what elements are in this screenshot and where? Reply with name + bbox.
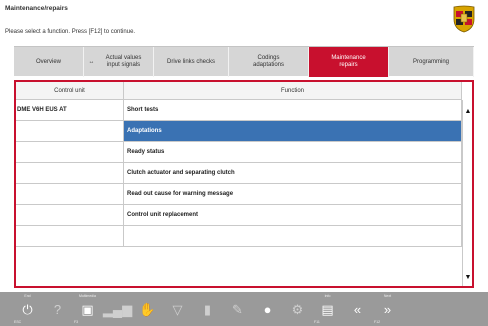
table-row[interactable]: Control unit replacement — [16, 205, 462, 226]
hand-icon: ✋ — [139, 301, 156, 317]
tab-actual-values[interactable]: ↔ Actual values input signals — [84, 47, 154, 77]
table-row[interactable] — [16, 226, 462, 247]
function-cell: Ready status — [124, 142, 462, 162]
help-button[interactable]: ? — [44, 294, 71, 324]
tab-bar: Overview ↔ Actual values input signals Dr… — [14, 46, 474, 77]
double-chevron-right-icon: » — [383, 301, 392, 317]
tab-drive-links[interactable]: Drive links checks — [154, 47, 229, 77]
double-chevron-left-icon: « — [353, 301, 362, 317]
back-button[interactable]: « — [344, 294, 371, 324]
measure-button[interactable]: ▂▄▆ — [102, 294, 133, 324]
control-unit-cell — [16, 205, 124, 225]
hand-button[interactable]: ✋ — [134, 294, 161, 324]
question-icon: ? — [53, 301, 62, 317]
filter-button[interactable]: ▽ — [164, 294, 191, 324]
scroll-down-arrow-icon[interactable]: ▼ — [463, 270, 473, 284]
control-unit-cell: DME V6H EUS AT — [16, 100, 124, 120]
control-unit-cell — [16, 163, 124, 183]
function-cell: Control unit replacement — [124, 205, 462, 225]
esc-button[interactable]: End ⏻ ESC — [14, 294, 41, 324]
instruction-text: Please select a function. Press [F12] to… — [5, 29, 136, 35]
document-icon: ▤ — [321, 301, 334, 317]
tab-overview[interactable]: Overview — [14, 47, 84, 77]
function-cell: Clutch actuator and separating clutch — [124, 163, 462, 183]
function-cell: Read out cause for warning message — [124, 184, 462, 204]
porsche-crest-icon — [453, 5, 475, 33]
double-arrow-icon: ↔ — [88, 58, 95, 65]
record-icon: ● — [263, 301, 272, 317]
tab-codings[interactable]: Codings adaptations — [229, 47, 309, 77]
table-row[interactable]: Read out cause for warning message — [16, 184, 462, 205]
table-row[interactable]: DME V6H EUS AT Short tests — [16, 100, 462, 121]
power-icon: ⏻ — [22, 301, 33, 317]
settings-button[interactable]: ⚙ — [284, 294, 311, 324]
next-button[interactable]: Next » F12 — [374, 294, 401, 324]
function-cell: Adaptations — [124, 121, 462, 141]
wrench-icon: ✎ — [232, 301, 243, 317]
column-header-control-unit[interactable]: Control unit — [16, 82, 124, 99]
function-table: Control unit Function DME V6H EUS AT Sho… — [14, 80, 474, 288]
tab-programming[interactable]: Programming — [389, 47, 474, 77]
info-button[interactable]: Info ▤ F11 — [314, 294, 341, 324]
control-unit-cell — [16, 121, 124, 141]
control-unit-cell — [16, 142, 124, 162]
table-row[interactable]: Clutch actuator and separating clutch — [16, 163, 462, 184]
gear-icon: ⚙ — [291, 301, 304, 317]
table-body: DME V6H EUS AT Short tests Adaptations R… — [16, 100, 462, 247]
delete-button[interactable]: ▮ — [194, 294, 221, 324]
table-header: Control unit Function — [16, 82, 462, 100]
app-title: Maintenance/repairs — [5, 5, 68, 12]
function-cell — [124, 226, 462, 246]
vertical-scrollbar[interactable]: ▲ ▼ — [462, 100, 472, 286]
tab-maintenance[interactable]: Maintenance repairs — [309, 47, 389, 77]
multimedia-button[interactable]: Multimedia ▣ F3 — [74, 294, 101, 324]
record-button[interactable]: ● — [254, 294, 281, 324]
scroll-up-arrow-icon[interactable]: ▲ — [463, 104, 473, 118]
table-row[interactable]: Ready status — [16, 142, 462, 163]
trash-icon: ▮ — [203, 301, 212, 317]
table-row[interactable]: Adaptations — [16, 121, 462, 142]
column-header-function[interactable]: Function — [124, 82, 462, 99]
bar-chart-icon: ▂▄▆ — [102, 301, 133, 317]
tool-button[interactable]: ✎ — [224, 294, 251, 324]
function-cell: Short tests — [124, 100, 462, 120]
function-key-bar: End ⏻ ESC ? Multimedia ▣ F3 ▂▄▆ ✋ ▽ ▮ ✎ … — [0, 292, 488, 326]
multimedia-icon: ▣ — [81, 301, 94, 317]
control-unit-cell — [16, 184, 124, 204]
filter-icon: ▽ — [172, 301, 183, 317]
control-unit-cell — [16, 226, 124, 246]
